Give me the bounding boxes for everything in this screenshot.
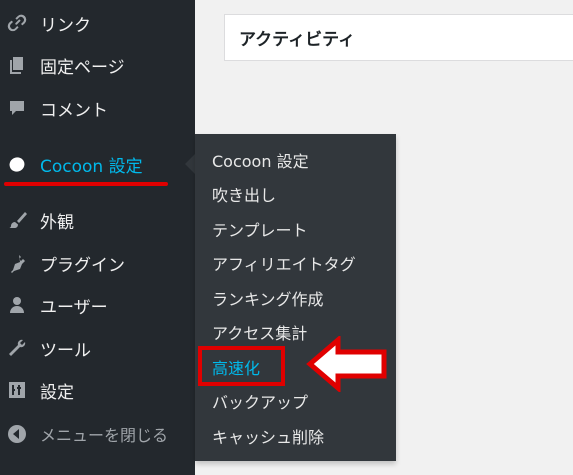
collapse-arrow-icon <box>6 423 28 445</box>
sidebar-item-label: ツール <box>40 340 91 361</box>
comments-icon <box>6 97 28 119</box>
collapse-menu-label: メニューを閉じる <box>40 426 169 445</box>
active-menu-pointer <box>185 154 195 174</box>
sidebar-item-comments[interactable]: コメント <box>0 88 195 128</box>
sidebar-item-tools[interactable]: ツール <box>0 328 195 368</box>
submenu-item-clear-cache[interactable]: キャッシュ削除 <box>212 421 392 451</box>
appearance-brush-icon <box>6 209 28 231</box>
plugins-icon <box>6 252 28 274</box>
cocoon-submenu-flyout: Cocoon 設定 吹き出し テンプレート アフィリエイトタグ ランキング作成 … <box>195 134 396 461</box>
sidebar-item-pages[interactable]: 固定ページ <box>0 45 195 85</box>
link-icon <box>6 12 28 34</box>
collapse-menu-button[interactable]: メニューを閉じる <box>0 414 195 454</box>
cocoon-icon <box>6 153 28 175</box>
submenu-item-ranking[interactable]: ランキング作成 <box>212 283 392 313</box>
submenu-item-speech-balloon[interactable]: 吹き出し <box>212 179 392 209</box>
annotation-arrow-icon <box>306 336 387 392</box>
sidebar-item-links[interactable]: リンク <box>0 3 195 43</box>
pages-icon <box>6 54 28 76</box>
annotation-highlight-box <box>198 346 285 386</box>
sidebar-item-label: Cocoon 設定 <box>40 156 143 177</box>
sidebar-item-appearance[interactable]: 外観 <box>0 200 195 240</box>
users-icon <box>6 294 28 316</box>
sidebar-item-label: 設定 <box>40 382 74 403</box>
sidebar-item-label: ユーザー <box>40 297 108 318</box>
annotation-underline <box>4 182 168 186</box>
sidebar-item-plugins[interactable]: プラグイン <box>0 243 195 283</box>
sidebar-item-label: 外観 <box>40 212 74 233</box>
activity-card-title: アクティビティ <box>224 14 573 61</box>
sidebar-item-cocoon-settings[interactable]: Cocoon 設定 <box>0 144 195 184</box>
sidebar-item-label: リンク <box>40 15 91 36</box>
submenu-item-template[interactable]: テンプレート <box>212 214 392 244</box>
sidebar-item-users[interactable]: ユーザー <box>0 285 195 325</box>
sidebar-item-label: 固定ページ <box>40 57 125 78</box>
settings-sliders-icon <box>6 379 28 401</box>
tools-wrench-icon <box>6 337 28 359</box>
sidebar-item-label: コメント <box>40 100 108 121</box>
submenu-item-affiliate-tag[interactable]: アフィリエイトタグ <box>212 248 392 278</box>
sidebar-item-settings[interactable]: 設定 <box>0 370 195 410</box>
sidebar-item-label: プラグイン <box>40 255 125 276</box>
admin-sidebar: リンク 固定ページ コメント Cocoon 設定 外観 プラグイン ユーザー ツ… <box>0 0 195 475</box>
submenu-item-cocoon-settings[interactable]: Cocoon 設定 <box>212 145 392 175</box>
